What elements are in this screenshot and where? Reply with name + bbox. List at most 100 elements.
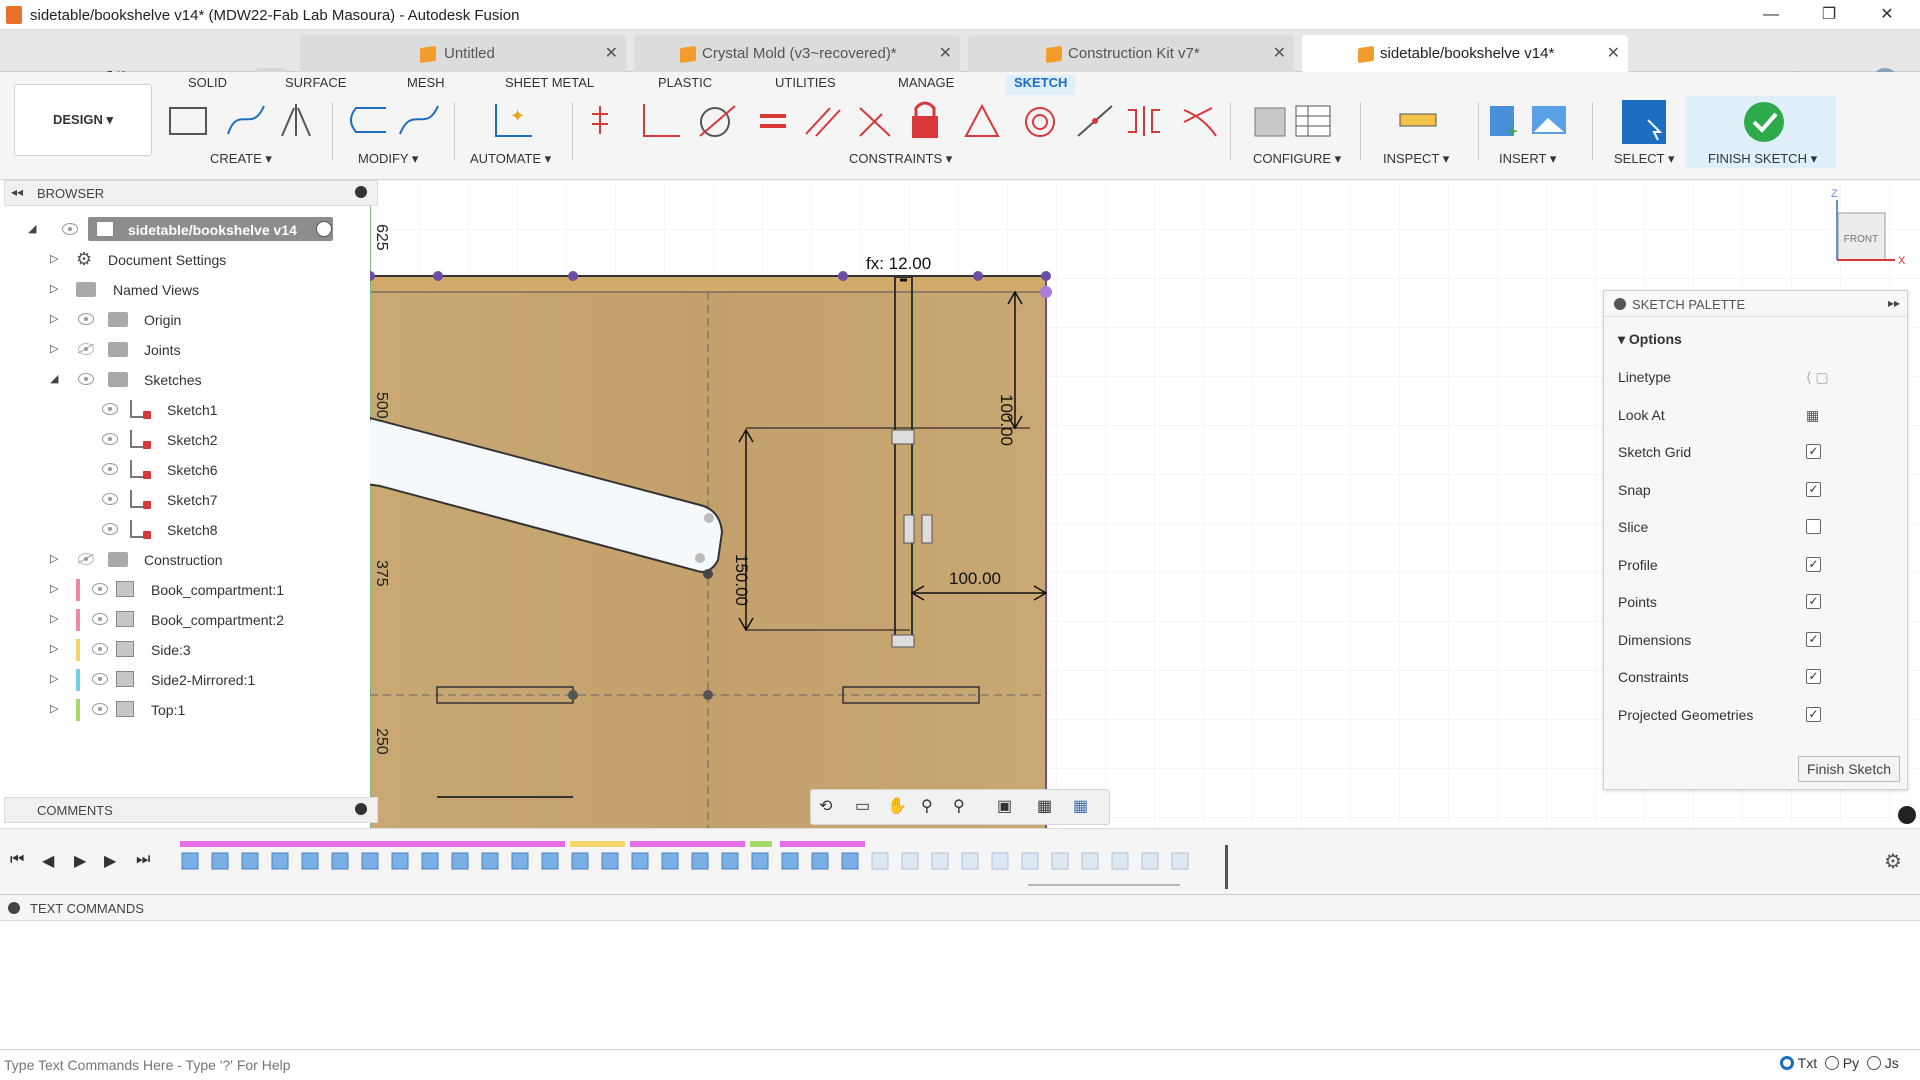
visibility-eye-icon[interactable]	[62, 223, 78, 235]
browser-item[interactable]: ▷ Origin	[0, 306, 378, 334]
orbit-icon[interactable]: ⟲	[819, 796, 832, 816]
tab-sketch[interactable]: SKETCH	[1006, 75, 1076, 95]
browser-options-icon[interactable]	[355, 186, 367, 198]
doc-tab-untitled[interactable]: Untitled ✕	[300, 35, 626, 72]
browser-item[interactable]: Sketch8	[0, 516, 378, 544]
tangent-constraint-icon[interactable]	[699, 105, 736, 137]
txt-radio[interactable]	[1780, 1056, 1794, 1070]
measure-tool-icon[interactable]	[1399, 113, 1437, 127]
expand-arrow-icon[interactable]: ▷	[50, 252, 58, 265]
concentric-constraint-icon[interactable]	[1025, 107, 1055, 137]
visibility-eye-icon[interactable]	[92, 583, 108, 595]
palette-checkbox[interactable]: ✓	[1806, 481, 1821, 497]
rectangle-tool-icon[interactable]	[169, 107, 207, 135]
look-at-icon[interactable]: ▭	[855, 796, 870, 816]
offset-tool-icon[interactable]	[350, 107, 386, 133]
mirror-tool-icon[interactable]	[281, 104, 311, 137]
minimize-button[interactable]: —	[1742, 0, 1800, 30]
py-radio[interactable]	[1824, 1056, 1839, 1070]
timeline-features[interactable]	[180, 849, 1240, 889]
timeline-settings-gear-icon[interactable]: ⚙	[1884, 849, 1902, 874]
browser-item[interactable]: ▷ Book_compartment:2	[0, 606, 378, 634]
automate-tool-icon[interactable]: ✦	[495, 104, 532, 137]
zoom-window-icon[interactable]: ⚲	[953, 796, 965, 816]
js-radio[interactable]	[1866, 1056, 1881, 1070]
browser-item[interactable]: Sketch2	[0, 426, 378, 454]
comments-header[interactable]: COMMENTS	[4, 797, 378, 823]
dimension-100-horizontal-label[interactable]: 100.00	[949, 569, 1001, 589]
grid-settings-icon[interactable]: ▦	[1037, 796, 1052, 816]
browser-root-row[interactable]: ◢ sidetable/bookshelve v14	[0, 216, 378, 244]
expand-arrow-icon[interactable]: ▷	[50, 672, 58, 685]
configure-menu[interactable]: CONFIGURE ▾	[1253, 151, 1341, 167]
tab-mesh[interactable]: MESH	[407, 75, 445, 95]
dimension-100-vertical-label[interactable]: 100.00	[996, 394, 1016, 446]
activate-radio-icon[interactable]	[316, 221, 332, 237]
browser-item[interactable]: ▷ ⚙ Document Settings	[0, 246, 378, 274]
palette-checkbox[interactable]: ✓	[1806, 444, 1821, 459]
perpendicular-constraint-icon[interactable]	[643, 104, 680, 137]
visibility-eye-icon[interactable]	[92, 643, 108, 655]
palette-collapse-icon[interactable]	[1614, 298, 1626, 310]
tab-sheet-metal[interactable]: SHEET METAL	[505, 75, 594, 95]
expand-arrow-icon[interactable]: ▷	[50, 612, 58, 625]
inspect-menu[interactable]: INSPECT ▾	[1383, 151, 1449, 167]
text-commands-collapse-icon[interactable]	[8, 902, 20, 914]
zoom-icon[interactable]: ⚲	[921, 796, 933, 816]
step-back-icon[interactable]: ◀	[42, 851, 54, 871]
fix-lock-icon[interactable]	[912, 101, 938, 138]
horizontal-constraint-icon[interactable]	[592, 106, 608, 134]
options-section[interactable]: ▾ Options	[1618, 331, 1682, 348]
browser-item[interactable]: Sketch6	[0, 456, 378, 484]
add-comment-icon[interactable]	[355, 803, 367, 815]
parallel-constraint-icon[interactable]	[805, 107, 841, 137]
visibility-eye-icon[interactable]	[92, 673, 108, 685]
visibility-eye-icon[interactable]	[102, 523, 118, 535]
visibility-eye-icon[interactable]	[102, 433, 118, 445]
visibility-eye-icon[interactable]	[102, 403, 118, 415]
collapse-arrow-icon[interactable]: ◢	[50, 372, 58, 385]
visibility-eye-icon[interactable]	[78, 343, 94, 355]
look-at-icon[interactable]: ▦	[1806, 407, 1819, 424]
browser-item[interactable]: ▷ Book_compartment:1	[0, 576, 378, 604]
expand-arrow-icon[interactable]: ▷	[50, 582, 58, 595]
close-tab-icon[interactable]: ✕	[1607, 35, 1620, 72]
visibility-eye-icon[interactable]	[102, 493, 118, 505]
select-tool-icon[interactable]	[1622, 100, 1666, 144]
finish-sketch-menu[interactable]: FINISH SKETCH ▾	[1708, 151, 1817, 167]
fx-dimension-label[interactable]: fx: 12.00	[866, 254, 932, 274]
pan-hand-icon[interactable]: ✋	[887, 796, 907, 816]
collapse-arrow-icon[interactable]: ◢	[28, 222, 36, 235]
browser-item[interactable]: ▷ Side2-Mirrored:1	[0, 666, 378, 694]
visibility-eye-icon[interactable]	[78, 553, 94, 565]
configure-tool-icon[interactable]	[1254, 107, 1286, 137]
browser-item[interactable]: ◢ Sketches	[0, 366, 378, 394]
maximize-button[interactable]: ❐	[1800, 0, 1858, 30]
visibility-eye-icon[interactable]	[92, 703, 108, 715]
linetype-icons[interactable]: ⟨ ▢	[1806, 369, 1829, 386]
expand-palette-icon[interactable]: ▸▸	[1888, 296, 1900, 310]
select-menu[interactable]: SELECT ▾	[1614, 151, 1674, 167]
table-configure-icon[interactable]	[1295, 105, 1331, 137]
doc-tab-sidetable[interactable]: sidetable/bookshelve v14* ✕	[1302, 35, 1628, 72]
modify-menu[interactable]: MODIFY ▾	[358, 151, 418, 167]
insert-image-icon[interactable]	[1532, 106, 1566, 134]
palette-checkbox[interactable]: ✓	[1806, 556, 1821, 572]
browser-item[interactable]: Sketch7	[0, 486, 378, 514]
spline-tool-icon[interactable]	[227, 105, 265, 135]
close-tab-icon[interactable]: ✕	[605, 35, 618, 72]
browser-item[interactable]: ▷ Top:1	[0, 696, 378, 724]
timeline-marker[interactable]	[1225, 845, 1228, 889]
display-settings-icon[interactable]: ▣	[997, 796, 1012, 816]
tab-solid[interactable]: SOLID	[188, 75, 227, 95]
finish-sketch-button[interactable]: Finish Sketch	[1798, 756, 1900, 782]
expand-arrow-icon[interactable]: ▷	[50, 552, 58, 565]
expand-arrow-icon[interactable]: ▷	[50, 642, 58, 655]
browser-item[interactable]: ▷ Construction	[0, 546, 378, 574]
dimension-150-label[interactable]: 150.00	[731, 554, 751, 614]
visibility-eye-icon[interactable]	[78, 313, 94, 325]
visibility-eye-icon[interactable]	[102, 463, 118, 475]
create-menu[interactable]: CREATE ▾	[210, 151, 272, 167]
visibility-eye-icon[interactable]	[92, 613, 108, 625]
go-to-start-icon[interactable]: ⏮	[10, 851, 24, 869]
